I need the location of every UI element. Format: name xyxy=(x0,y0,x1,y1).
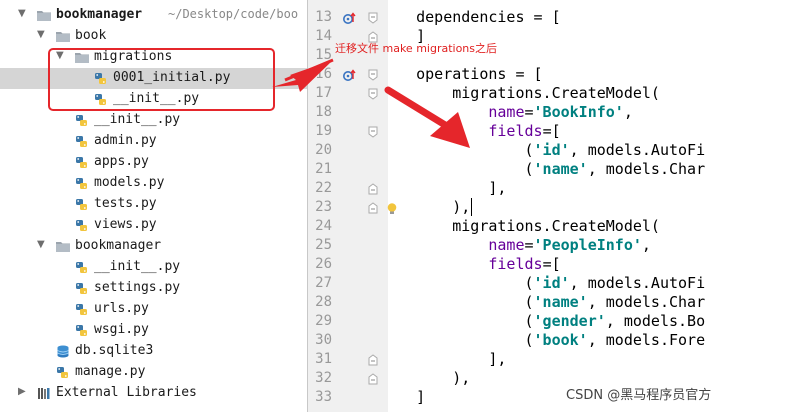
annotation-arrows xyxy=(272,58,470,148)
arrow-to-code-shaft xyxy=(384,86,454,132)
watermark: CSDN @黑马程序员官方 xyxy=(566,388,712,403)
